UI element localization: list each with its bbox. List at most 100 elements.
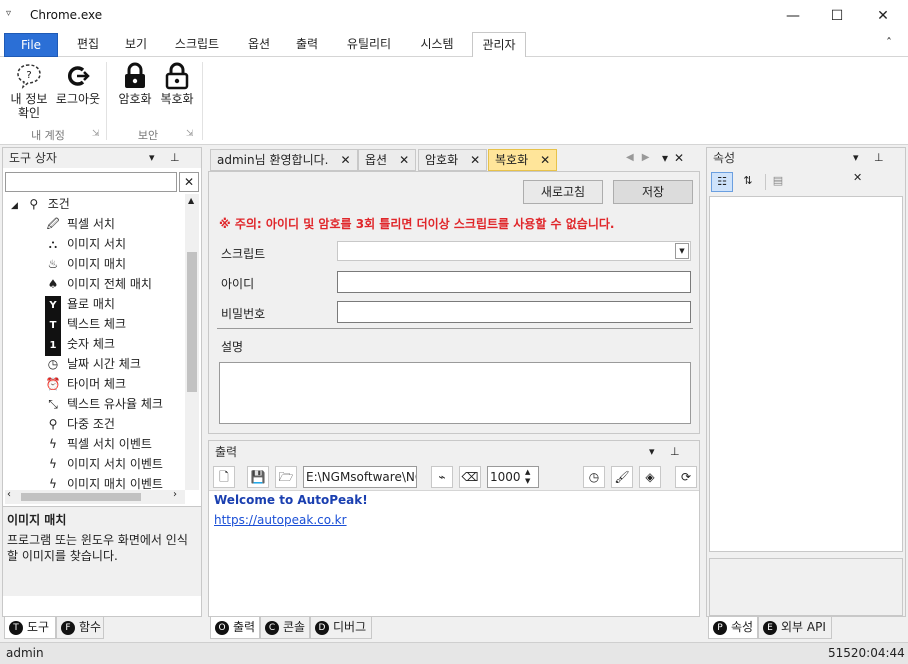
- refresh-icon[interactable]: ⟳: [675, 466, 697, 488]
- tab-output[interactable]: O 출력: [210, 617, 260, 639]
- categorized-icon[interactable]: ☷: [711, 172, 733, 192]
- sort-alpha-icon[interactable]: ⇅: [737, 172, 759, 192]
- tree-item[interactable]: ϟ 이미지 서치 이벤트: [45, 454, 163, 474]
- menu-edit[interactable]: 편집: [64, 32, 112, 57]
- dialog-launcher-icon[interactable]: ⇲: [92, 129, 100, 139]
- brush-icon[interactable]: 🖌: [611, 466, 633, 488]
- system-menu-icon[interactable]: ▿: [6, 8, 11, 19]
- status-time: 51520:04:44: [828, 646, 905, 660]
- status-bar: admin 51520:04:44: [0, 642, 908, 664]
- menu-output[interactable]: 출력: [284, 32, 330, 57]
- warning-text: ※ 주의: 아이디 및 암호를 3회 틀리면 더이상 스크립트를 사용할 수 없…: [219, 217, 615, 231]
- output-website-link[interactable]: https://autopeak.co.kr: [214, 513, 347, 527]
- tab-properties[interactable]: P 속성: [708, 617, 758, 639]
- menu-system[interactable]: 시스템: [408, 32, 466, 57]
- password-input[interactable]: [337, 301, 691, 323]
- new-log-icon[interactable]: 🗋: [213, 466, 235, 488]
- close-button[interactable]: ✕: [860, 0, 906, 32]
- close-tab-icon[interactable]: ✕: [540, 153, 550, 167]
- refresh-button[interactable]: 새로고침: [523, 180, 603, 204]
- toolbox-search-input[interactable]: [5, 172, 177, 192]
- tree-item[interactable]: ⏰ 타이머 체크: [45, 374, 127, 394]
- scroll-right-icon[interactable]: ›: [173, 489, 177, 500]
- tree-item[interactable]: T 텍스트 체크: [45, 314, 126, 336]
- title-bar: ▿ Chrome.exe — ☐ ✕: [0, 0, 908, 32]
- close-tab-icon[interactable]: ✕: [399, 153, 409, 167]
- tab-decrypt[interactable]: 복호화 ✕: [488, 149, 558, 171]
- toolbox-header: 도구 상자 ▾ ⊥ ✕: [3, 148, 201, 184]
- scroll-thumb[interactable]: [21, 493, 141, 501]
- menu-view[interactable]: 보기: [112, 32, 160, 57]
- image-search-icon: ⛬: [48, 237, 58, 251]
- property-pages-icon[interactable]: ▤: [767, 172, 789, 192]
- tab-controls[interactable]: ▾✕: [662, 151, 690, 165]
- tree-item[interactable]: 1 숫자 체크: [45, 334, 115, 356]
- decrypt-form-panel: 새로고침 저장 ※ 주의: 아이디 및 암호를 3회 틀리면 더이상 스크립트를…: [208, 171, 700, 434]
- collapse-arrow-icon[interactable]: ◢: [11, 201, 18, 211]
- dropdown-arrow-icon[interactable]: ▼: [675, 243, 689, 259]
- clean-icon[interactable]: ⌁: [431, 466, 453, 488]
- toolbox-vscrollbar[interactable]: ▲: [185, 194, 199, 490]
- myinfo-button[interactable]: ? 내 정보 확인: [6, 62, 52, 120]
- tab-external-api[interactable]: E 외부 API: [758, 617, 832, 639]
- timestamp-clock-icon[interactable]: ◷: [583, 466, 605, 488]
- eraser-icon[interactable]: ⌫: [459, 466, 481, 488]
- lightning-icon: ϟ: [49, 457, 57, 471]
- tab-debug[interactable]: D 디버그: [310, 617, 372, 639]
- save-button[interactable]: 저장: [613, 180, 693, 204]
- close-tab-icon[interactable]: ✕: [470, 153, 480, 167]
- lightning-icon: ϟ: [49, 437, 57, 451]
- description-textarea[interactable]: [219, 362, 691, 424]
- tree-item[interactable]: ◷ 날짜 시간 체크: [45, 354, 141, 374]
- tab-functions[interactable]: F 함수: [56, 617, 104, 639]
- tree-item[interactable]: ⚲ 다중 조건: [45, 414, 115, 434]
- scroll-left-icon[interactable]: ‹: [7, 489, 11, 500]
- menu-script[interactable]: 스크립트: [162, 32, 232, 57]
- menu-options[interactable]: 옵션: [236, 32, 282, 57]
- log-path-input[interactable]: E:\NGMsoftware\NG: [303, 466, 417, 488]
- scroll-thumb[interactable]: [187, 252, 197, 392]
- line-limit-stepper[interactable]: 1000: [487, 466, 539, 488]
- maximize-button[interactable]: ☐: [814, 0, 860, 32]
- menu-admin[interactable]: 관리자: [472, 32, 526, 58]
- encrypt-button[interactable]: 암호화: [114, 62, 156, 106]
- close-tab-icon[interactable]: ✕: [340, 153, 350, 167]
- clear-search-icon[interactable]: ✕: [179, 172, 199, 192]
- id-input[interactable]: [337, 271, 691, 293]
- scroll-up-icon[interactable]: ▲: [188, 196, 194, 205]
- tab-console[interactable]: C 콘솔: [260, 617, 310, 639]
- logout-button[interactable]: 로그아웃: [52, 62, 104, 106]
- tab-encrypt[interactable]: 암호화 ✕: [418, 149, 488, 171]
- tab-scroll-arrows[interactable]: ◀▶: [626, 152, 657, 163]
- tab-welcome[interactable]: admin님 환영합니다. ✕: [210, 149, 358, 171]
- menu-file[interactable]: File: [4, 33, 58, 57]
- property-grid[interactable]: [709, 196, 903, 552]
- number-check-icon: 1: [45, 336, 61, 356]
- tree-item[interactable]: ♠ 이미지 전체 매치: [45, 274, 152, 294]
- yolo-icon: Y: [45, 296, 61, 316]
- multi-condition-icon: ⚲: [48, 417, 58, 431]
- tree-item[interactable]: 🖉 픽셀 서치: [45, 214, 115, 234]
- tree-item[interactable]: ♨ 이미지 매치: [45, 254, 126, 274]
- decrypt-button[interactable]: 복호화: [156, 62, 198, 106]
- save-log-icon[interactable]: 💾: [247, 466, 269, 488]
- description-text: 프로그램 또는 윈도우 화면에서 인식할 이미지를 찾습니다.: [7, 533, 188, 563]
- tree-item[interactable]: ϟ 픽셀 서치 이벤트: [45, 434, 152, 454]
- tree-root-condition[interactable]: ◢ ⚲ 조건: [11, 194, 70, 214]
- myinfo-label-1: 내 정보: [10, 92, 48, 106]
- tree-item[interactable]: ⛬ 이미지 서치: [45, 234, 126, 254]
- dialog-launcher-icon[interactable]: ⇲: [186, 129, 194, 139]
- menu-utility[interactable]: 유틸리티: [334, 32, 404, 57]
- toolbox-hscrollbar[interactable]: ‹ ›: [5, 489, 185, 504]
- collapse-ribbon-icon[interactable]: ˆ: [886, 36, 892, 50]
- stepper-arrows-icon[interactable]: ▲ ▼: [525, 468, 530, 486]
- minimize-button[interactable]: —: [770, 0, 816, 32]
- description-label: 설명: [221, 340, 244, 354]
- tab-toolbox[interactable]: T 도구: [4, 617, 56, 639]
- tree-item[interactable]: Y 욜로 매치: [45, 294, 115, 316]
- tree-item[interactable]: ⤡ 텍스트 유사율 체크: [45, 394, 163, 414]
- open-folder-icon[interactable]: 🗁: [275, 466, 297, 488]
- paint-bucket-icon[interactable]: ◈: [639, 466, 661, 488]
- script-select[interactable]: [337, 241, 691, 261]
- tab-options[interactable]: 옵션 ✕: [358, 149, 417, 171]
